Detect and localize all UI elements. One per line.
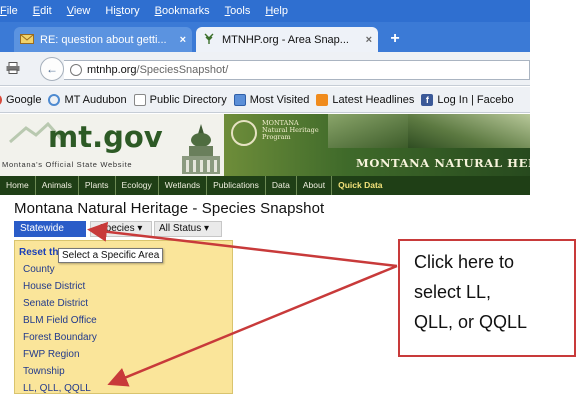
mt-gov-logo[interactable]: mt.gov bbox=[48, 120, 163, 154]
close-tab-icon[interactable]: × bbox=[366, 34, 372, 46]
url-bar[interactable]: mtnhp.org/SpeciesSnapshot/ bbox=[64, 60, 530, 80]
bookmark-public-directory[interactable]: Public Directory bbox=[133, 93, 227, 106]
bookmark-label: Latest Headlines bbox=[332, 93, 415, 106]
option-blm-field-office[interactable]: BLM Field Office bbox=[23, 315, 97, 326]
callout-line: select LL, bbox=[414, 282, 492, 302]
status-select-button[interactable]: All Status ▾ bbox=[154, 221, 222, 237]
tab-mtnhp[interactable]: MTNHP.org - Area Snap... × bbox=[196, 27, 378, 52]
back-arrow-icon: ← bbox=[46, 62, 58, 76]
envelope-icon bbox=[20, 33, 34, 47]
area-dropdown-menu: Reset th Select a Specific Area County H… bbox=[14, 240, 233, 394]
bookmark-label: MT Audubon bbox=[64, 93, 127, 106]
back-button[interactable]: ← bbox=[40, 57, 64, 81]
url-path: /SpeciesSnapshot/ bbox=[136, 64, 229, 76]
annotation-callout: Click here to select LL, QLL, or QQLL bbox=[398, 239, 576, 357]
menu-file[interactable]: File bbox=[0, 5, 18, 17]
site-tagline: Montana's Official State Website bbox=[2, 160, 133, 169]
banner-photo bbox=[328, 114, 408, 148]
program-badge: MONTANA Natural Heritage Program bbox=[262, 119, 319, 141]
menu-history[interactable]: History bbox=[105, 5, 139, 17]
nav-publications[interactable]: Publications bbox=[207, 176, 266, 195]
option-ll-qll-qqll[interactable]: LL, QLL, QQLL bbox=[23, 383, 91, 394]
heritage-seal-icon bbox=[231, 120, 257, 146]
menu-bar: File Edit View History Bookmarks Tools H… bbox=[0, 0, 530, 22]
rss-icon bbox=[316, 93, 329, 106]
bookmark-label: Public Directory bbox=[149, 93, 227, 106]
callout-line: QLL, or QQLL bbox=[414, 312, 528, 332]
area-select-button[interactable]: Statewide bbox=[14, 221, 86, 237]
tab-email[interactable]: RE: question about getti... × bbox=[14, 27, 192, 52]
menu-bookmarks[interactable]: Bookmarks bbox=[155, 5, 210, 17]
banner-photo bbox=[408, 114, 530, 148]
bookmarks-bar: Google MT Audubon Public Directory Most … bbox=[0, 87, 530, 113]
tab-label: RE: question about getti... bbox=[40, 33, 167, 46]
nav-ecology[interactable]: Ecology bbox=[116, 176, 159, 195]
filter-row: Statewide Species ▾ All Status ▾ bbox=[14, 221, 222, 237]
species-select-button[interactable]: Species ▾ bbox=[90, 221, 152, 237]
bookmark-mt-audubon[interactable]: MT Audubon bbox=[48, 93, 127, 106]
nav-about[interactable]: About bbox=[297, 176, 333, 195]
nav-quick-data[interactable]: Quick Data bbox=[332, 176, 388, 195]
most-visited-icon bbox=[233, 93, 246, 106]
reset-link[interactable]: Reset th bbox=[19, 247, 58, 258]
site-banner: mt.gov Montana's Official State Website … bbox=[0, 114, 530, 176]
bookmark-most-visited[interactable]: Most Visited bbox=[233, 93, 310, 106]
tab-label: MTNHP.org - Area Snap... bbox=[222, 33, 349, 46]
menu-tools[interactable]: Tools bbox=[225, 5, 251, 17]
nav-home[interactable]: Home bbox=[0, 176, 36, 195]
new-tab-button[interactable]: + bbox=[386, 30, 404, 48]
globe-icon bbox=[70, 64, 82, 76]
bookmark-google[interactable]: Google bbox=[0, 93, 42, 106]
bookmark-label: Google bbox=[6, 93, 42, 106]
google-icon bbox=[0, 93, 2, 106]
bookmark-label: Log In | Facebo bbox=[437, 93, 514, 106]
printer-icon[interactable] bbox=[6, 62, 20, 74]
facebook-icon: f bbox=[421, 93, 434, 106]
nav-plants[interactable]: Plants bbox=[79, 176, 116, 195]
bookmark-latest-headlines[interactable]: Latest Headlines bbox=[316, 93, 415, 106]
site-name: MONTANA NATURAL HERITAG bbox=[356, 156, 530, 170]
option-county[interactable]: County bbox=[23, 264, 55, 275]
plant-icon bbox=[202, 33, 216, 47]
option-senate-district[interactable]: Senate District bbox=[23, 298, 88, 309]
bookmark-facebook[interactable]: f Log In | Facebo bbox=[421, 93, 514, 106]
capitol-building-icon bbox=[182, 124, 220, 174]
menu-view[interactable]: View bbox=[67, 5, 91, 17]
option-forest-boundary[interactable]: Forest Boundary bbox=[23, 332, 97, 343]
nav-data[interactable]: Data bbox=[266, 176, 297, 195]
menu-edit[interactable]: Edit bbox=[33, 5, 52, 17]
page-icon bbox=[133, 93, 146, 106]
callout-line: Click here to bbox=[414, 252, 515, 272]
page-title: Montana Natural Heritage - Species Snaps… bbox=[14, 200, 325, 217]
nav-wetlands[interactable]: Wetlands bbox=[159, 176, 208, 195]
option-house-district[interactable]: House District bbox=[23, 281, 85, 292]
option-fwp-region[interactable]: FWP Region bbox=[23, 349, 80, 360]
tab-bar: RE: question about getti... × MTNHP.org … bbox=[0, 22, 530, 52]
tooltip: Select a Specific Area bbox=[58, 248, 164, 263]
close-tab-icon[interactable]: × bbox=[180, 34, 186, 46]
bookmark-label: Most Visited bbox=[249, 93, 310, 106]
option-township[interactable]: Township bbox=[23, 366, 65, 377]
url-host: mtnhp.org bbox=[87, 64, 137, 76]
navigation-bar: ← mtnhp.org/SpeciesSnapshot/ bbox=[0, 52, 530, 86]
bird-icon bbox=[48, 93, 61, 106]
nav-animals[interactable]: Animals bbox=[36, 176, 79, 195]
site-navigation: Home Animals Plants Ecology Wetlands Pub… bbox=[0, 176, 530, 195]
menu-help[interactable]: Help bbox=[265, 5, 288, 17]
